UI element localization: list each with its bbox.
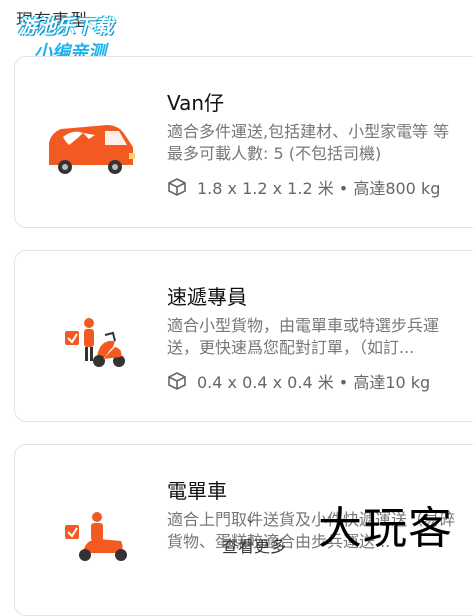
vehicle-description: 適合小型貨物，由電單車或特選步兵運送，更快速爲您配對訂單，（如訂... xyxy=(167,316,440,357)
vehicle-spec: 0.4 x 0.4 x 0.4 米 • 高達10 kg xyxy=(167,369,430,393)
vehicle-card-courier[interactable]: 速遞專員 適合小型貨物，由電單車或特選步兵運送，更快速爲您配對訂單，（如訂...… xyxy=(14,250,473,422)
courier-scooter-icon xyxy=(65,318,125,367)
bottom-right-watermark: 大玩客 xyxy=(318,503,453,554)
view-more-button[interactable]: 查看更多 xyxy=(222,533,286,557)
vehicle-description: 適合多件運送,包括建材、小型家電等 等 最多可載人數: 5 (不包括司機) xyxy=(167,122,450,163)
box-icon xyxy=(168,178,186,196)
chevron-down-icon[interactable]: ⌄ xyxy=(244,508,257,527)
vehicle-name: 速遞專員 xyxy=(167,285,247,309)
vehicle-name: 電單車 xyxy=(167,479,227,503)
watermark-line1: 游池乐下载 xyxy=(18,16,114,38)
vehicle-name: Van仔 xyxy=(167,91,225,115)
vehicle-spec: 1.8 x 1.2 x 1.2 米 • 高達800 kg xyxy=(167,175,440,199)
box-icon xyxy=(168,372,186,390)
vehicle-spec-text: 1.8 x 1.2 x 1.2 米 • 高達800 kg xyxy=(197,179,441,198)
vehicle-spec-text: 0.4 x 0.4 x 0.4 米 • 高達10 kg xyxy=(197,373,431,392)
vehicle-card-van[interactable]: Van仔 適合多件運送,包括建材、小型家電等 等 最多可載人數: 5 (不包括司… xyxy=(14,56,473,228)
van-icon xyxy=(49,125,135,174)
motorcycle-icon xyxy=(65,512,127,561)
